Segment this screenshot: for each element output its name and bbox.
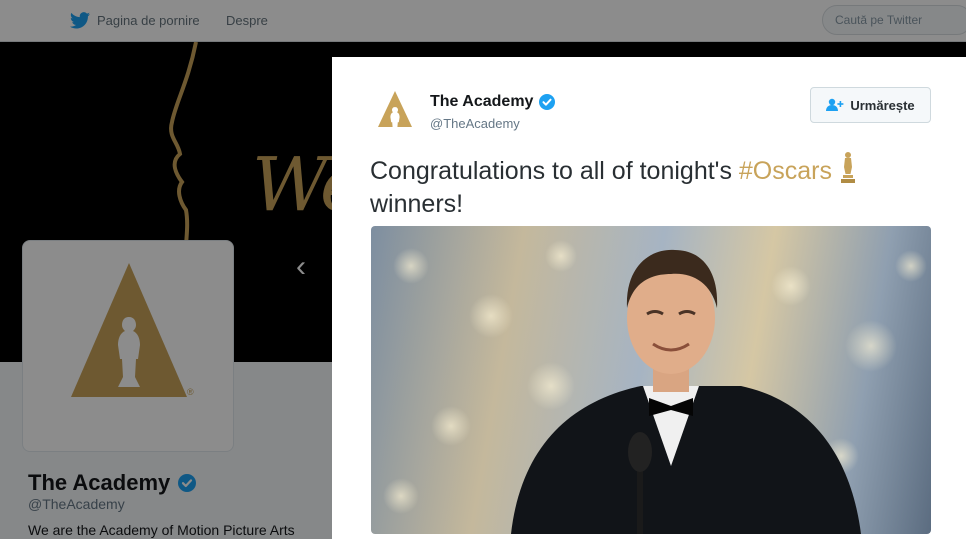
tweet-author-handle[interactable]: @TheAcademy <box>430 116 520 131</box>
academy-logo-icon <box>378 91 412 128</box>
tweet-text-suffix: winners! <box>370 190 464 218</box>
follow-button[interactable]: Urmărește <box>810 87 931 123</box>
verified-badge-icon <box>539 94 556 110</box>
tweet-author-avatar[interactable] <box>372 87 418 133</box>
media-photo <box>383 240 927 534</box>
follow-button-label: Urmărește <box>850 97 915 113</box>
tweet-modal: The Academy @TheAcademy Urmărește Congra… <box>332 57 966 539</box>
tweet-author-name[interactable]: The Academy <box>430 93 556 111</box>
oscar-statuette-icon <box>840 152 855 183</box>
hashtag-link[interactable]: #Oscars <box>739 157 832 185</box>
tweet-text-prefix: Congratulations to all of tonight's <box>370 157 739 185</box>
tweet-media-gif[interactable] <box>371 226 931 534</box>
tweet-text: Congratulations to all of tonight's #Osc… <box>370 151 940 221</box>
add-user-icon <box>826 98 844 111</box>
tweet-author-name-text: The Academy <box>430 93 534 110</box>
